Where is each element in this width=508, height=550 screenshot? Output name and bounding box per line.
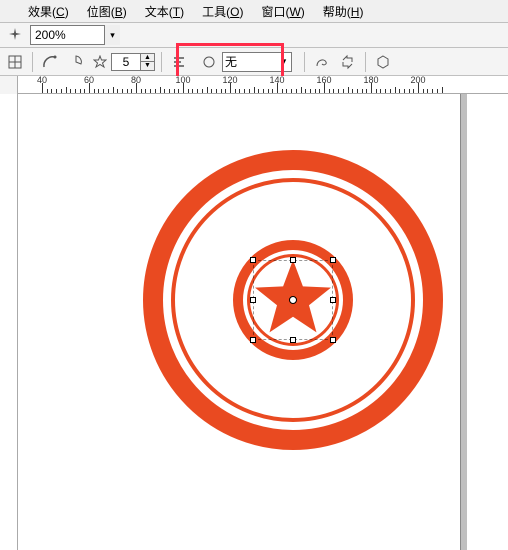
selection-handle[interactable]: [250, 257, 256, 263]
sparkle-icon: [7, 27, 23, 43]
outline-icon: [202, 55, 216, 69]
snap-icon: [8, 55, 22, 69]
ruler-tick-label: 160: [316, 76, 331, 85]
menu-bitmap[interactable]: 位图(B): [79, 1, 135, 22]
property-bar: ▲ ▼ 无 ▾: [0, 48, 508, 76]
ruler-tick-label: 140: [269, 76, 284, 85]
snap-toggle[interactable]: [4, 51, 26, 73]
align-icon: [172, 55, 186, 69]
points-spinner[interactable]: ▲ ▼: [91, 53, 155, 71]
canvas[interactable]: [18, 94, 508, 550]
vertical-ruler: [0, 94, 18, 550]
selection-handle[interactable]: [250, 337, 256, 343]
options-bar: ▾: [0, 22, 508, 48]
pie-icon: [68, 54, 84, 70]
menu-bar: 效果(C) 位图(B) 文本(T) 工具(O) 窗口(W) 帮助(H): [0, 0, 508, 22]
selection-handle[interactable]: [290, 337, 296, 343]
wrap-dropdown-arrow[interactable]: ▾: [277, 56, 291, 67]
tool-icon-left[interactable]: [4, 24, 26, 46]
zoom-dropdown-arrow[interactable]: ▾: [104, 25, 120, 45]
ruler-tick-label: 80: [131, 76, 141, 85]
wrap-dropdown-value: 无: [223, 53, 277, 70]
points-down[interactable]: ▼: [141, 62, 154, 70]
separator: [161, 52, 162, 72]
selection-handle[interactable]: [330, 337, 336, 343]
ruler-tick-label: 100: [175, 76, 190, 85]
ruler-tick-label: 120: [222, 76, 237, 85]
selection-handle[interactable]: [330, 297, 336, 303]
wrap-dropdown[interactable]: 无 ▾: [222, 52, 292, 72]
points-input[interactable]: [111, 53, 141, 71]
ruler-origin[interactable]: [0, 76, 18, 94]
arc-tool[interactable]: [39, 51, 61, 73]
selection-handle[interactable]: [250, 297, 256, 303]
convert-icon: [340, 54, 356, 70]
menu-tools[interactable]: 工具(O): [194, 1, 251, 22]
effects-button-1[interactable]: [311, 51, 333, 73]
page-shadow: [461, 94, 467, 550]
menu-effects[interactable]: 效果(C): [20, 1, 77, 22]
hexagon-icon: [375, 54, 391, 70]
pie-tool[interactable]: [65, 51, 87, 73]
selection-center-handle[interactable]: [289, 296, 297, 304]
zoom-combo[interactable]: ▾: [30, 25, 120, 45]
swirl-icon: [314, 54, 330, 70]
star-points-icon: [91, 53, 109, 71]
shape-button[interactable]: [372, 51, 394, 73]
ruler-tick-label: 60: [84, 76, 94, 85]
wrap-group: 无 ▾: [194, 49, 298, 75]
selection-handle[interactable]: [330, 257, 336, 263]
wrap-icon-button[interactable]: [200, 53, 218, 71]
separator: [365, 52, 366, 72]
ruler-tick-label: 200: [410, 76, 425, 85]
separator: [304, 52, 305, 72]
menu-text[interactable]: 文本(T): [137, 1, 192, 22]
points-up[interactable]: ▲: [141, 54, 154, 63]
effects-button-2[interactable]: [337, 51, 359, 73]
menu-help[interactable]: 帮助(H): [315, 1, 372, 22]
selection-handle[interactable]: [290, 257, 296, 263]
ruler-tick-label: 180: [363, 76, 378, 85]
separator: [32, 52, 33, 72]
arc-icon: [42, 54, 58, 70]
align-tool[interactable]: [168, 51, 190, 73]
ruler-tick-label: 40: [37, 76, 47, 85]
horizontal-ruler: 40 60 80 100 120 140 160 180 200: [0, 76, 508, 94]
menu-window[interactable]: 窗口(W): [253, 1, 312, 22]
